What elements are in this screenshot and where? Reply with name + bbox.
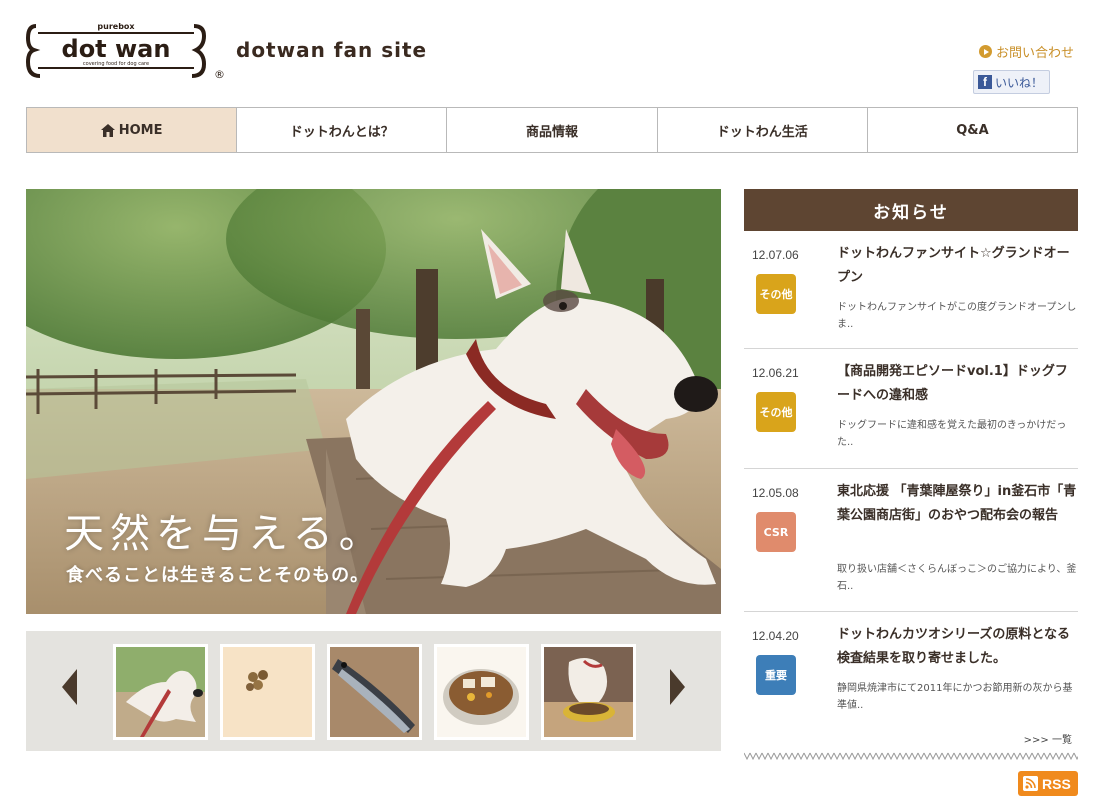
rss-button[interactable]: RSS [1018,771,1078,796]
nav-item-products[interactable]: 商品情報 [447,108,658,152]
dog-on-bench-thumb [116,647,205,737]
nav-item-life[interactable]: ドットわん生活 [658,108,868,152]
nav-item-label: 商品情報 [526,124,579,140]
nav-item-label: Q&A [956,122,989,138]
thumbnail-bonito[interactable] [327,644,422,740]
thumbnail-dog-bench[interactable] [113,644,208,740]
logo-small-text: purebox [97,22,135,31]
news-item[interactable]: 12.05.08 CSR 東北応援 「青葉陣屋祭り」in釜石市「青葉公園商店街」… [744,469,1078,612]
dotwan-logo[interactable]: purebox dot wan covering food for dog ca… [25,18,226,82]
like-label: いいね！ [994,75,1043,90]
zigzag-divider [744,751,1078,761]
rss-icon [1023,776,1038,791]
food-bowl-thumb [437,647,526,737]
hero-banner[interactable]: 天然を与える。 食べることは生きることそのもの。 [26,189,721,614]
nav-item-label: ドットわん生活 [716,124,808,140]
contact-label: お問い合わせ [995,46,1074,61]
dog-eating-thumb [544,647,633,737]
news-title[interactable]: 東北応援 「青葉陣屋祭り」in釜石市「青葉公園商店街」のおやつ配布会の報告 [837,480,1077,528]
thumbnail-carousel [26,631,721,751]
hero-subline: 食べることは生きることそのもの。 [66,565,370,586]
carousel-prev-button[interactable] [62,669,77,705]
news-excerpt: ドッグフードに違和感を覚えた最初のきっかけだった.. [837,420,1067,448]
nav-item-label: ドットわんとは？ [289,124,394,140]
news-item[interactable]: 12.07.06 その他 ドットわんファンサイト☆グランドオープン ドットわんフ… [744,231,1078,349]
nav-item-qa[interactable]: Q&A [868,108,1077,152]
news-title[interactable]: 【商品開発エピソードvol.1】ドッグフードへの違和感 [837,360,1077,408]
news-category-badge: 重要 [756,655,796,695]
logo-main-text: dot wan [62,35,171,63]
news-header: お知らせ [744,189,1078,231]
news-title[interactable]: ドットわんファンサイト☆グランドオープン [837,242,1077,290]
news-item[interactable]: 12.04.20 重要 ドットわんカツオシリーズの原料となる検査結果を取り寄せま… [744,612,1078,730]
dog-food-pellets-thumb [223,647,312,737]
carousel-next-button[interactable] [670,669,685,705]
news-category-badge: その他 [756,392,796,432]
news-date: 12.05.08 [752,486,799,500]
news-excerpt: ドットわんファンサイトがこの度グランドオープンしま.. [837,302,1077,330]
news-category-badge: その他 [756,274,796,314]
news-panel: お知らせ 12.07.06 その他 ドットわんファンサイト☆グランドオープン ド… [744,189,1078,761]
site-title: dotwan fan site [236,38,428,62]
arrow-circle-icon [978,45,992,58]
rss-label: RSS [1042,775,1071,792]
news-title[interactable]: ドットわんカツオシリーズの原料となる検査結果を取り寄せました。 [837,623,1077,671]
news-item[interactable]: 12.06.21 その他 【商品開発エピソードvol.1】ドッグフードへの違和感… [744,349,1078,469]
hero-headline: 天然を与える。 [64,511,385,557]
facebook-icon: f [977,75,992,89]
nav-item-about[interactable]: ドットわんとは？ [237,108,448,152]
thumbnail-food-bowl[interactable] [434,644,529,740]
thumbnail-dog-eating[interactable] [541,644,636,740]
news-date: 12.06.21 [752,366,799,380]
registered-mark: ® [214,68,225,81]
thumbnail-food-pellets[interactable] [220,644,315,740]
logo-tagline: covering food for dog care [83,61,149,67]
news-excerpt: 取り扱い店舗＜さくらんぼっこ＞のご協力により、釜石.. [837,564,1077,592]
nav-item-label: HOME [118,122,163,138]
home-icon [100,123,115,137]
contact-link[interactable]: お問い合わせ [978,42,1074,61]
news-date: 12.04.20 [752,629,799,643]
news-excerpt: 静岡県焼津市にて2011年にかつお節用新の灰から基準値.. [837,683,1073,711]
main-nav: HOME ドットわんとは？ 商品情報 ドットわん生活 Q&A [26,107,1078,153]
facebook-like-button[interactable]: f いいね！ [972,70,1050,94]
news-more-link[interactable]: >>> 一覧 [1024,731,1072,746]
news-date: 12.07.06 [752,248,799,262]
nav-item-home[interactable]: HOME [27,108,238,152]
news-category-badge: CSR [756,512,796,552]
bonito-fish-thumb [330,647,419,737]
